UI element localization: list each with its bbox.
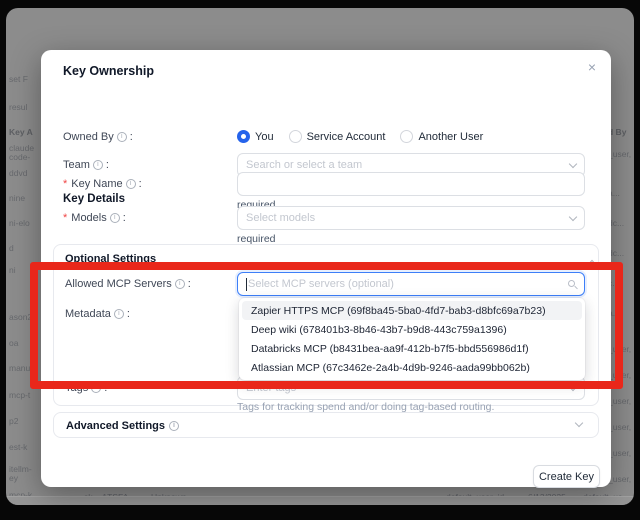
info-icon: i xyxy=(93,160,103,170)
owned-by-label: Owned By i : xyxy=(63,131,133,143)
radio-selected-icon[interactable] xyxy=(237,130,250,143)
tags-label: Tags i : xyxy=(65,382,107,394)
info-icon: i xyxy=(117,132,127,142)
radio-unselected-icon[interactable] xyxy=(400,130,413,143)
bg-fragment: code- xyxy=(9,152,30,162)
bg-fragment: resul xyxy=(9,102,27,112)
bg-fragment: set F xyxy=(9,74,28,84)
bg-fragment: _user, xyxy=(608,422,631,432)
radio-you[interactable]: You xyxy=(237,130,274,143)
advanced-settings-header[interactable]: Advanced Settings i xyxy=(66,420,179,432)
info-icon: i xyxy=(110,213,120,223)
dropdown-option-deep-wiki[interactable]: Deep wiki (678401b3-8b46-43b7-b9d8-443c7… xyxy=(242,320,582,339)
key-name-label-text: Key Name xyxy=(71,178,122,190)
label-colon: : xyxy=(130,131,133,143)
bg-fragment: _user, xyxy=(608,448,631,458)
info-icon: i xyxy=(175,279,185,289)
radio-service-account-label: Service Account xyxy=(307,131,386,143)
team-label-text: Team xyxy=(63,159,90,171)
info-icon: i xyxy=(91,383,101,393)
bg-fragment: ey xyxy=(9,473,18,483)
dimmed-app-window: set F resul Key A claude code- ddvd nine… xyxy=(6,8,634,505)
allowed-mcp-label: Allowed MCP Servers i : xyxy=(65,278,191,290)
allowed-mcp-label-text: Allowed MCP Servers xyxy=(65,278,172,290)
tags-label-text: Tags xyxy=(65,382,88,394)
bg-fragment: _user, xyxy=(608,149,631,159)
models-label-text: Models xyxy=(71,212,106,224)
required-asterisk: * xyxy=(63,178,67,190)
label-colon: : xyxy=(104,382,107,394)
label-colon: : xyxy=(139,178,142,190)
bg-fragment: ni-elo xyxy=(9,218,30,228)
bg-fragment: _user, xyxy=(608,396,631,406)
team-placeholder: Search or select a team xyxy=(246,159,362,171)
mcp-servers-dropdown: Zapier HTTPS MCP (69f8ba45-5ba0-4fd7-bab… xyxy=(239,298,585,380)
chevron-down-icon[interactable] xyxy=(575,419,583,427)
info-icon: i xyxy=(114,309,124,319)
advanced-settings-label-text: Advanced Settings xyxy=(66,420,165,432)
models-label: * Models i : xyxy=(63,212,126,224)
bg-column-header: Key A xyxy=(9,127,33,137)
bg-fragment: manu xyxy=(9,363,30,373)
tags-placeholder: Enter tags xyxy=(246,382,296,394)
key-name-label: * Key Name i : xyxy=(63,178,142,190)
bg-fragment: oa xyxy=(9,338,18,348)
bg-fragment: _user, xyxy=(608,370,631,380)
bg-fragment: ni xyxy=(9,265,16,275)
bg-fragment: ason2 xyxy=(9,312,32,322)
info-icon: i xyxy=(169,421,179,431)
radio-unselected-icon[interactable] xyxy=(289,130,302,143)
key-details-header: Key Details xyxy=(63,193,125,205)
close-icon[interactable]: × xyxy=(588,60,596,74)
key-name-input[interactable] xyxy=(237,172,585,196)
text-cursor xyxy=(246,278,247,291)
team-label: Team i : xyxy=(63,159,109,171)
models-select[interactable]: Select models xyxy=(237,206,585,230)
models-placeholder: Select models xyxy=(246,212,315,224)
radio-you-label: You xyxy=(255,131,274,143)
mcp-servers-placeholder: Select MCP servers (optional) xyxy=(248,278,394,290)
bg-fragment: nine xyxy=(9,193,25,203)
radio-another-user[interactable]: Another User xyxy=(400,130,483,143)
label-colon: : xyxy=(188,278,191,290)
create-key-modal: Key Ownership × Owned By i : You Service… xyxy=(41,50,611,487)
radio-service-account[interactable]: Service Account xyxy=(289,130,386,143)
optional-settings-header[interactable]: Optional Settings xyxy=(65,253,156,265)
chevron-down-icon xyxy=(569,382,577,390)
metadata-label-text: Metadata xyxy=(65,308,111,320)
bg-fragment: est-k xyxy=(9,442,27,452)
dropdown-option-atlassian[interactable]: Atlassian MCP (67c3462e-2a4b-4d9b-9246-a… xyxy=(242,358,582,377)
label-colon: : xyxy=(123,212,126,224)
optional-settings-header-text: Optional Settings xyxy=(65,253,156,265)
label-colon: : xyxy=(106,159,109,171)
owned-by-radio-group: You Service Account Another User xyxy=(237,130,483,143)
bg-fragment: d xyxy=(9,243,14,253)
bg-table-footer xyxy=(6,496,634,505)
bg-fragment: _user, xyxy=(608,474,631,484)
dropdown-option-zapier[interactable]: Zapier HTTPS MCP (69f8ba45-5ba0-4fd7-bab… xyxy=(242,301,582,320)
bg-fragment: _user, xyxy=(608,344,631,354)
mcp-servers-input[interactable]: Select MCP servers (optional) xyxy=(237,272,585,296)
bg-fragment: ddvd xyxy=(9,168,27,178)
label-colon: : xyxy=(127,308,130,320)
advanced-settings-card[interactable]: Advanced Settings i xyxy=(53,412,599,438)
create-key-button[interactable]: Create Key xyxy=(533,465,600,488)
chevron-down-icon xyxy=(569,212,577,220)
radio-another-user-label: Another User xyxy=(418,131,483,143)
metadata-label: Metadata i : xyxy=(65,308,130,320)
bg-fragment: mcp-t xyxy=(9,390,30,400)
modal-title: Key Ownership xyxy=(63,64,154,78)
required-asterisk: * xyxy=(63,212,67,224)
chevron-down-icon xyxy=(569,159,577,167)
owned-by-label-text: Owned By xyxy=(63,131,114,143)
info-icon: i xyxy=(126,179,136,189)
search-icon xyxy=(568,280,576,288)
bg-fragment: p2 xyxy=(9,416,18,426)
dropdown-option-databricks[interactable]: Databricks MCP (b8431bea-aa9f-412b-b7f5-… xyxy=(242,339,582,358)
